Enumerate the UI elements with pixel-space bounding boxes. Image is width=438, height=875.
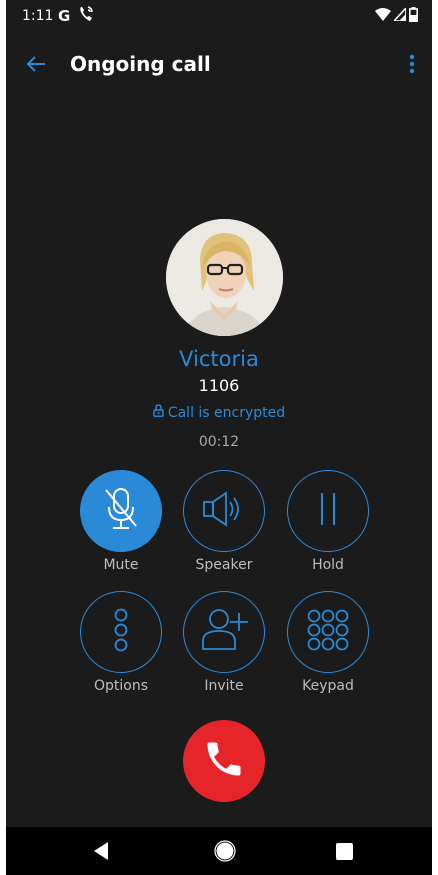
caller-number: 1106 [198, 376, 240, 395]
call-notification-icon [78, 5, 94, 27]
invite-button[interactable] [183, 591, 265, 673]
hold-button[interactable] [287, 470, 369, 552]
speaker-icon [200, 489, 248, 533]
back-button[interactable] [20, 50, 52, 82]
end-call-button[interactable] [183, 720, 265, 802]
arrow-left-icon [26, 55, 46, 77]
caller-avatar [166, 219, 283, 336]
status-time: 1:11 [22, 8, 54, 24]
status-indicators [375, 5, 419, 26]
options-button[interactable] [80, 591, 162, 673]
lock-icon [153, 404, 164, 421]
encryption-status: Call is encrypted [6, 404, 432, 421]
mic-off-icon [101, 486, 141, 536]
more-vert-icon [409, 54, 415, 78]
dialpad-icon [305, 607, 351, 657]
options-label: Options [93, 678, 149, 694]
pause-icon [316, 489, 340, 533]
nav-back-button[interactable] [92, 841, 110, 865]
dots-vertical-icon [113, 607, 129, 657]
app-bar: Ongoing call [6, 34, 432, 98]
phone-screen: 1:11 G Ongoing call Victoria 1106 Call i… [6, 0, 432, 875]
person-add-icon [199, 607, 249, 657]
google-g-icon: G [58, 7, 71, 25]
call-duration: 00:12 [198, 434, 240, 450]
nav-home-button[interactable] [214, 840, 236, 866]
caller-name: Victoria [179, 347, 259, 371]
system-nav-bar [6, 827, 432, 875]
avatar-portrait [166, 219, 283, 336]
nav-recents-button[interactable] [336, 843, 353, 864]
overflow-menu-button[interactable] [400, 50, 424, 82]
keypad-button[interactable] [287, 591, 369, 673]
keypad-label: Keypad [302, 678, 354, 694]
mute-label: Mute [103, 557, 139, 573]
battery-icon [409, 7, 419, 26]
status-bar: 1:11 G [6, 0, 432, 34]
speaker-label: Speaker [195, 557, 253, 573]
encryption-text: Call is encrypted [167, 404, 286, 421]
hold-label: Hold [312, 557, 344, 573]
cell-signal-icon [392, 5, 407, 25]
wifi-icon [375, 8, 391, 25]
speaker-button[interactable] [183, 470, 265, 552]
page-title: Ongoing call [70, 52, 211, 76]
mute-button[interactable] [80, 470, 162, 552]
invite-label: Invite [204, 678, 244, 694]
phone-icon [202, 737, 246, 785]
